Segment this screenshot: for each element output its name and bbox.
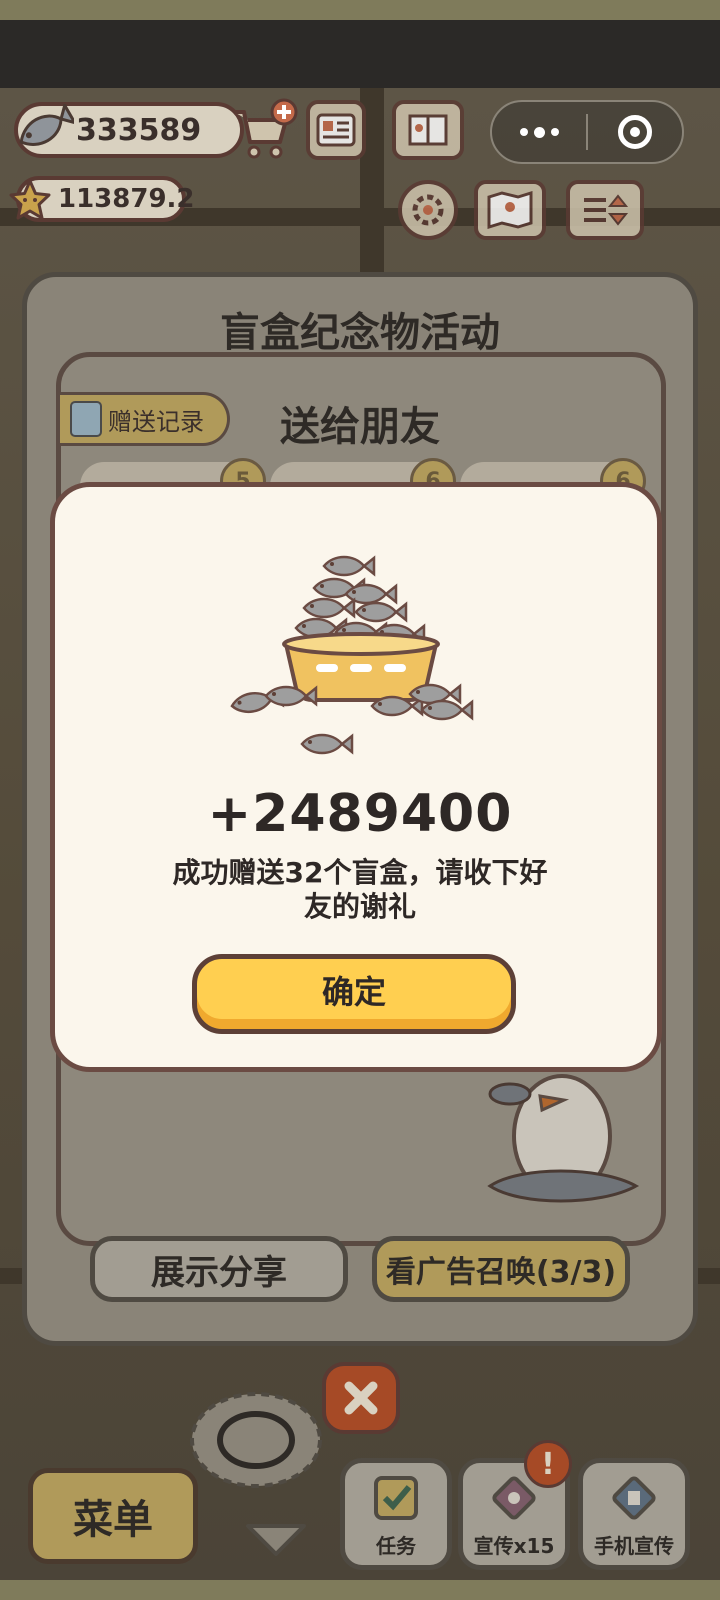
phone-icon bbox=[608, 1472, 660, 1524]
gear-icon bbox=[412, 194, 444, 226]
settings-button[interactable] bbox=[398, 180, 458, 240]
menu-button[interactable]: 菜单 bbox=[28, 1468, 198, 1564]
more-dot bbox=[533, 126, 545, 138]
more-dot bbox=[519, 128, 528, 136]
reward-message: 成功赠送32个盲盒，请收下好友的谢礼 bbox=[172, 856, 548, 923]
task-button[interactable]: 任务 bbox=[340, 1458, 452, 1570]
map-icon bbox=[487, 191, 533, 229]
more-options-button[interactable] bbox=[492, 126, 586, 138]
status-bar bbox=[0, 20, 720, 88]
promotion-label: 宣传x15 bbox=[473, 1534, 555, 1558]
task-label: 任务 bbox=[376, 1534, 416, 1558]
map-button[interactable] bbox=[474, 180, 546, 240]
gift-title: 送给朋友 bbox=[280, 404, 440, 450]
shop-cart-button[interactable] bbox=[230, 98, 300, 164]
mini-program-capsule bbox=[490, 100, 684, 164]
id-card-icon bbox=[316, 113, 356, 147]
share-button[interactable]: 展示分享 bbox=[90, 1236, 348, 1302]
chevron-down-icon[interactable] bbox=[244, 1520, 308, 1558]
promotion-alert-badge: ! bbox=[524, 1440, 572, 1488]
event-title: 盲盒纪念物活动 bbox=[220, 310, 500, 356]
star-icon bbox=[8, 178, 52, 222]
top-edge-bar bbox=[0, 0, 720, 20]
target-icon bbox=[618, 115, 652, 149]
paw-book-button[interactable] bbox=[392, 100, 464, 160]
more-dot bbox=[550, 128, 559, 136]
fish-icon bbox=[10, 104, 74, 156]
reward-amount: +2489400 bbox=[207, 784, 513, 844]
confirm-button[interactable]: 确定 bbox=[192, 954, 516, 1034]
checklist-icon bbox=[370, 1472, 422, 1524]
paw-book-icon bbox=[408, 114, 448, 146]
star-currency-value: 113879.2 bbox=[58, 184, 195, 214]
phone-promotion-label: 手机宣传 bbox=[594, 1534, 674, 1558]
close-icon bbox=[344, 1381, 378, 1415]
profile-card-button[interactable] bbox=[306, 100, 366, 160]
close-event-button[interactable] bbox=[322, 1362, 400, 1434]
duck-mascot bbox=[470, 1066, 650, 1216]
sort-button[interactable] bbox=[566, 180, 644, 240]
sort-icon bbox=[584, 194, 629, 226]
food-plate-icon bbox=[186, 1388, 326, 1492]
bottom-edge-bar bbox=[0, 1580, 720, 1600]
exit-mini-program-button[interactable] bbox=[588, 115, 682, 149]
phone-promotion-button[interactable]: 手机宣传 bbox=[578, 1458, 690, 1570]
watch-ad-summon-button[interactable]: 看广告召唤(3/3) bbox=[372, 1236, 630, 1302]
fish-bowl-icon bbox=[229, 555, 474, 755]
fish-currency-value: 333589 bbox=[76, 112, 202, 148]
